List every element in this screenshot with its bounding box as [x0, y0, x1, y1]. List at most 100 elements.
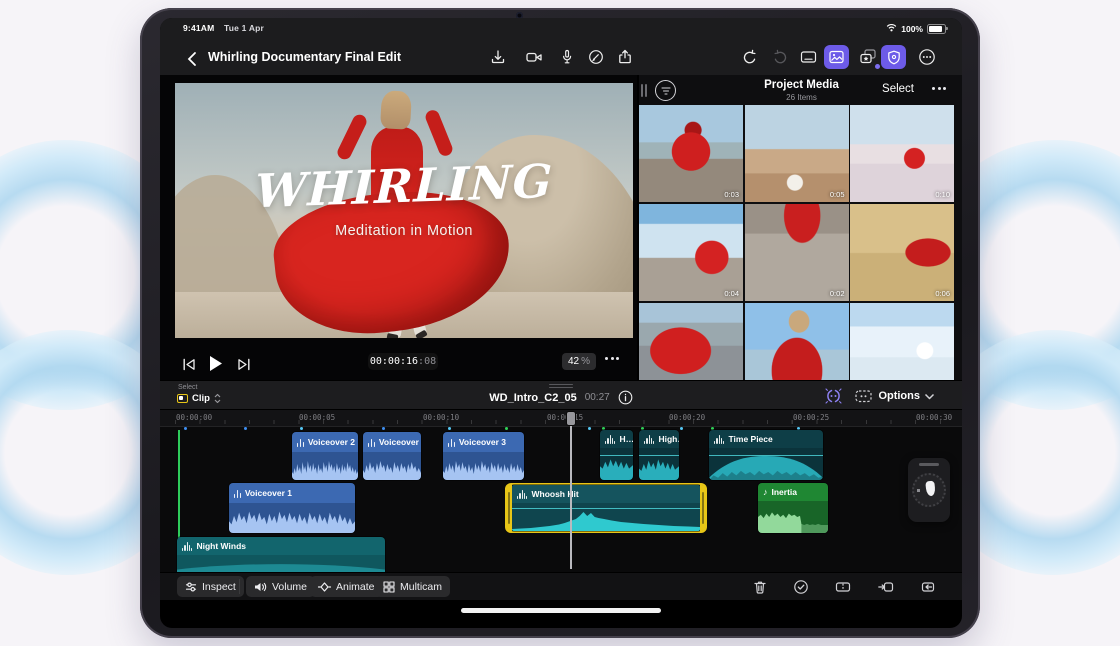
approve-icon[interactable]	[791, 577, 811, 597]
clip-label: Voiceover 1	[245, 488, 292, 498]
multicam-button[interactable]: Multicam	[375, 576, 450, 597]
timeline[interactable]: 00:00:00 00:00:05 00:00:10 00:00:15 00:0…	[160, 410, 962, 572]
delete-icon[interactable]	[750, 577, 770, 597]
timeline-ruler[interactable]: 00:00:00 00:00:05 00:00:10 00:00:15 00:0…	[160, 410, 962, 427]
clip-voiceover-2[interactable]: Voiceover 2	[363, 432, 421, 480]
clip-whoosh-hit-selected[interactable]: Whoosh Hit	[505, 483, 707, 533]
soundwave-icon	[517, 490, 527, 499]
select-button[interactable]: Select	[882, 83, 914, 95]
zoom-unit: %	[581, 356, 590, 367]
magnetic-timeline-icon[interactable]	[823, 386, 843, 406]
viewer-more-icon[interactable]	[605, 357, 619, 360]
clip-duration-badge: 0:02	[830, 289, 845, 298]
home-indicator[interactable]	[461, 608, 661, 613]
timecode-frames: :08	[418, 356, 436, 367]
status-time: 9:41AM	[183, 23, 214, 33]
music-note-icon: ♪	[763, 488, 768, 497]
marker-dot	[244, 427, 247, 430]
volume-button[interactable]: Volume	[246, 576, 315, 597]
inspect-button[interactable]: Inspect	[177, 576, 244, 597]
clip-label: Time Piece	[728, 434, 772, 444]
clip-time-piece[interactable]: Time Piece	[709, 430, 823, 480]
import-media-icon[interactable]	[488, 47, 508, 67]
grid-icon	[383, 581, 395, 593]
record-video-icon[interactable]	[524, 47, 544, 67]
marker-dot	[300, 427, 303, 430]
video-subtitle-overlay: Meditation in Motion	[175, 223, 633, 239]
options-button[interactable]: Options	[878, 381, 935, 411]
back-button[interactable]	[182, 49, 202, 69]
play-button[interactable]	[205, 353, 225, 373]
stock-media-icon[interactable]	[856, 45, 880, 69]
bottom-toolbar: Inspect Volume Animate Multicam	[160, 572, 962, 600]
clip-voiceover-1[interactable]: Voiceover 1	[229, 483, 355, 533]
dancer-arm	[424, 108, 455, 158]
keyframe-icon	[318, 581, 331, 593]
jog-drag-handle[interactable]	[919, 463, 939, 466]
clip-h[interactable]: H…	[600, 430, 633, 480]
timecode-display[interactable]: 00:00:16:08	[368, 353, 438, 370]
media-thumbnail[interactable]: 0:03	[639, 105, 743, 202]
trim-handle-left[interactable]	[506, 485, 512, 531]
media-thumbnail[interactable]: 0:06	[850, 204, 954, 301]
status-bar-left: 9:41AM Tue 1 Apr	[183, 23, 264, 33]
media-more-icon[interactable]	[932, 79, 946, 97]
clip-night-winds[interactable]: Night Winds	[177, 537, 385, 572]
jog-wheel-panel[interactable]	[908, 458, 950, 522]
clip-label: Voiceover 2	[308, 437, 355, 447]
playhead[interactable]	[570, 411, 572, 569]
jog-dial[interactable]	[912, 473, 946, 507]
ruler-tick: 00:00:30	[916, 413, 952, 422]
draw-tool-icon[interactable]	[586, 47, 606, 67]
insert-clip-icon[interactable]	[876, 577, 896, 597]
undo-icon[interactable]	[740, 47, 760, 67]
append-clip-icon[interactable]	[918, 577, 938, 597]
titles-icon[interactable]	[798, 47, 818, 67]
media-thumbnail[interactable]	[850, 303, 954, 380]
storyline-icon[interactable]	[853, 386, 873, 406]
media-thumbnail[interactable]: 0:02	[745, 204, 849, 301]
record-audio-icon[interactable]	[557, 47, 577, 67]
share-icon[interactable]	[615, 47, 635, 67]
media-thumbnail[interactable]: 0:04	[639, 204, 743, 301]
clip-label: H…	[619, 434, 633, 444]
redo-icon[interactable]	[769, 47, 789, 67]
button-label: Volume	[272, 581, 307, 593]
ruler-tick: 00:00:25	[793, 413, 829, 422]
skip-to-end-icon[interactable]	[235, 355, 253, 373]
clip-label: Voiceover 3	[459, 437, 506, 447]
zoom-value: 42	[568, 356, 579, 367]
media-thumbnail[interactable]	[745, 303, 849, 380]
media-thumbnail[interactable]: 0:05	[745, 105, 849, 202]
soundwave-icon	[714, 435, 724, 444]
info-icon[interactable]	[618, 390, 633, 405]
inspector-icon	[185, 581, 197, 593]
media-thumbnail[interactable]: 0:10	[850, 105, 954, 202]
microphone-icon	[297, 438, 304, 447]
clip-inertia[interactable]: ♪Inertia	[758, 483, 828, 533]
zoom-level-control[interactable]: 42%	[562, 353, 596, 370]
clip-voiceover-2[interactable]: Voiceover 2	[292, 432, 358, 480]
ruler-tick: 00:00:10	[423, 413, 459, 422]
trim-handle-right[interactable]	[700, 485, 706, 531]
skip-to-start-icon[interactable]	[180, 355, 198, 373]
transport-controls: 00:00:16:08 42%	[160, 350, 637, 378]
effects-button[interactable]	[881, 45, 906, 69]
media-browser-button[interactable]	[824, 45, 849, 69]
button-label: Inspect	[202, 581, 236, 593]
video-preview[interactable]: WHIRLING Meditation in Motion	[175, 83, 633, 338]
split-clip-icon[interactable]	[833, 577, 853, 597]
playhead-handle[interactable]	[566, 411, 576, 426]
clip-voiceover-3[interactable]: Voiceover 3	[443, 432, 524, 480]
microphone-icon	[448, 438, 455, 447]
dancer-hat	[380, 90, 412, 130]
notification-dot	[875, 64, 880, 69]
status-bar-right: 100%	[886, 23, 946, 34]
marker-dot	[448, 427, 451, 430]
animate-button[interactable]: Animate	[310, 576, 383, 597]
soundwave-icon	[182, 542, 192, 551]
clip-high[interactable]: High…	[639, 430, 679, 480]
more-options-icon[interactable]	[917, 47, 937, 67]
dial-pointer	[925, 481, 936, 497]
media-thumbnail[interactable]	[639, 303, 743, 380]
